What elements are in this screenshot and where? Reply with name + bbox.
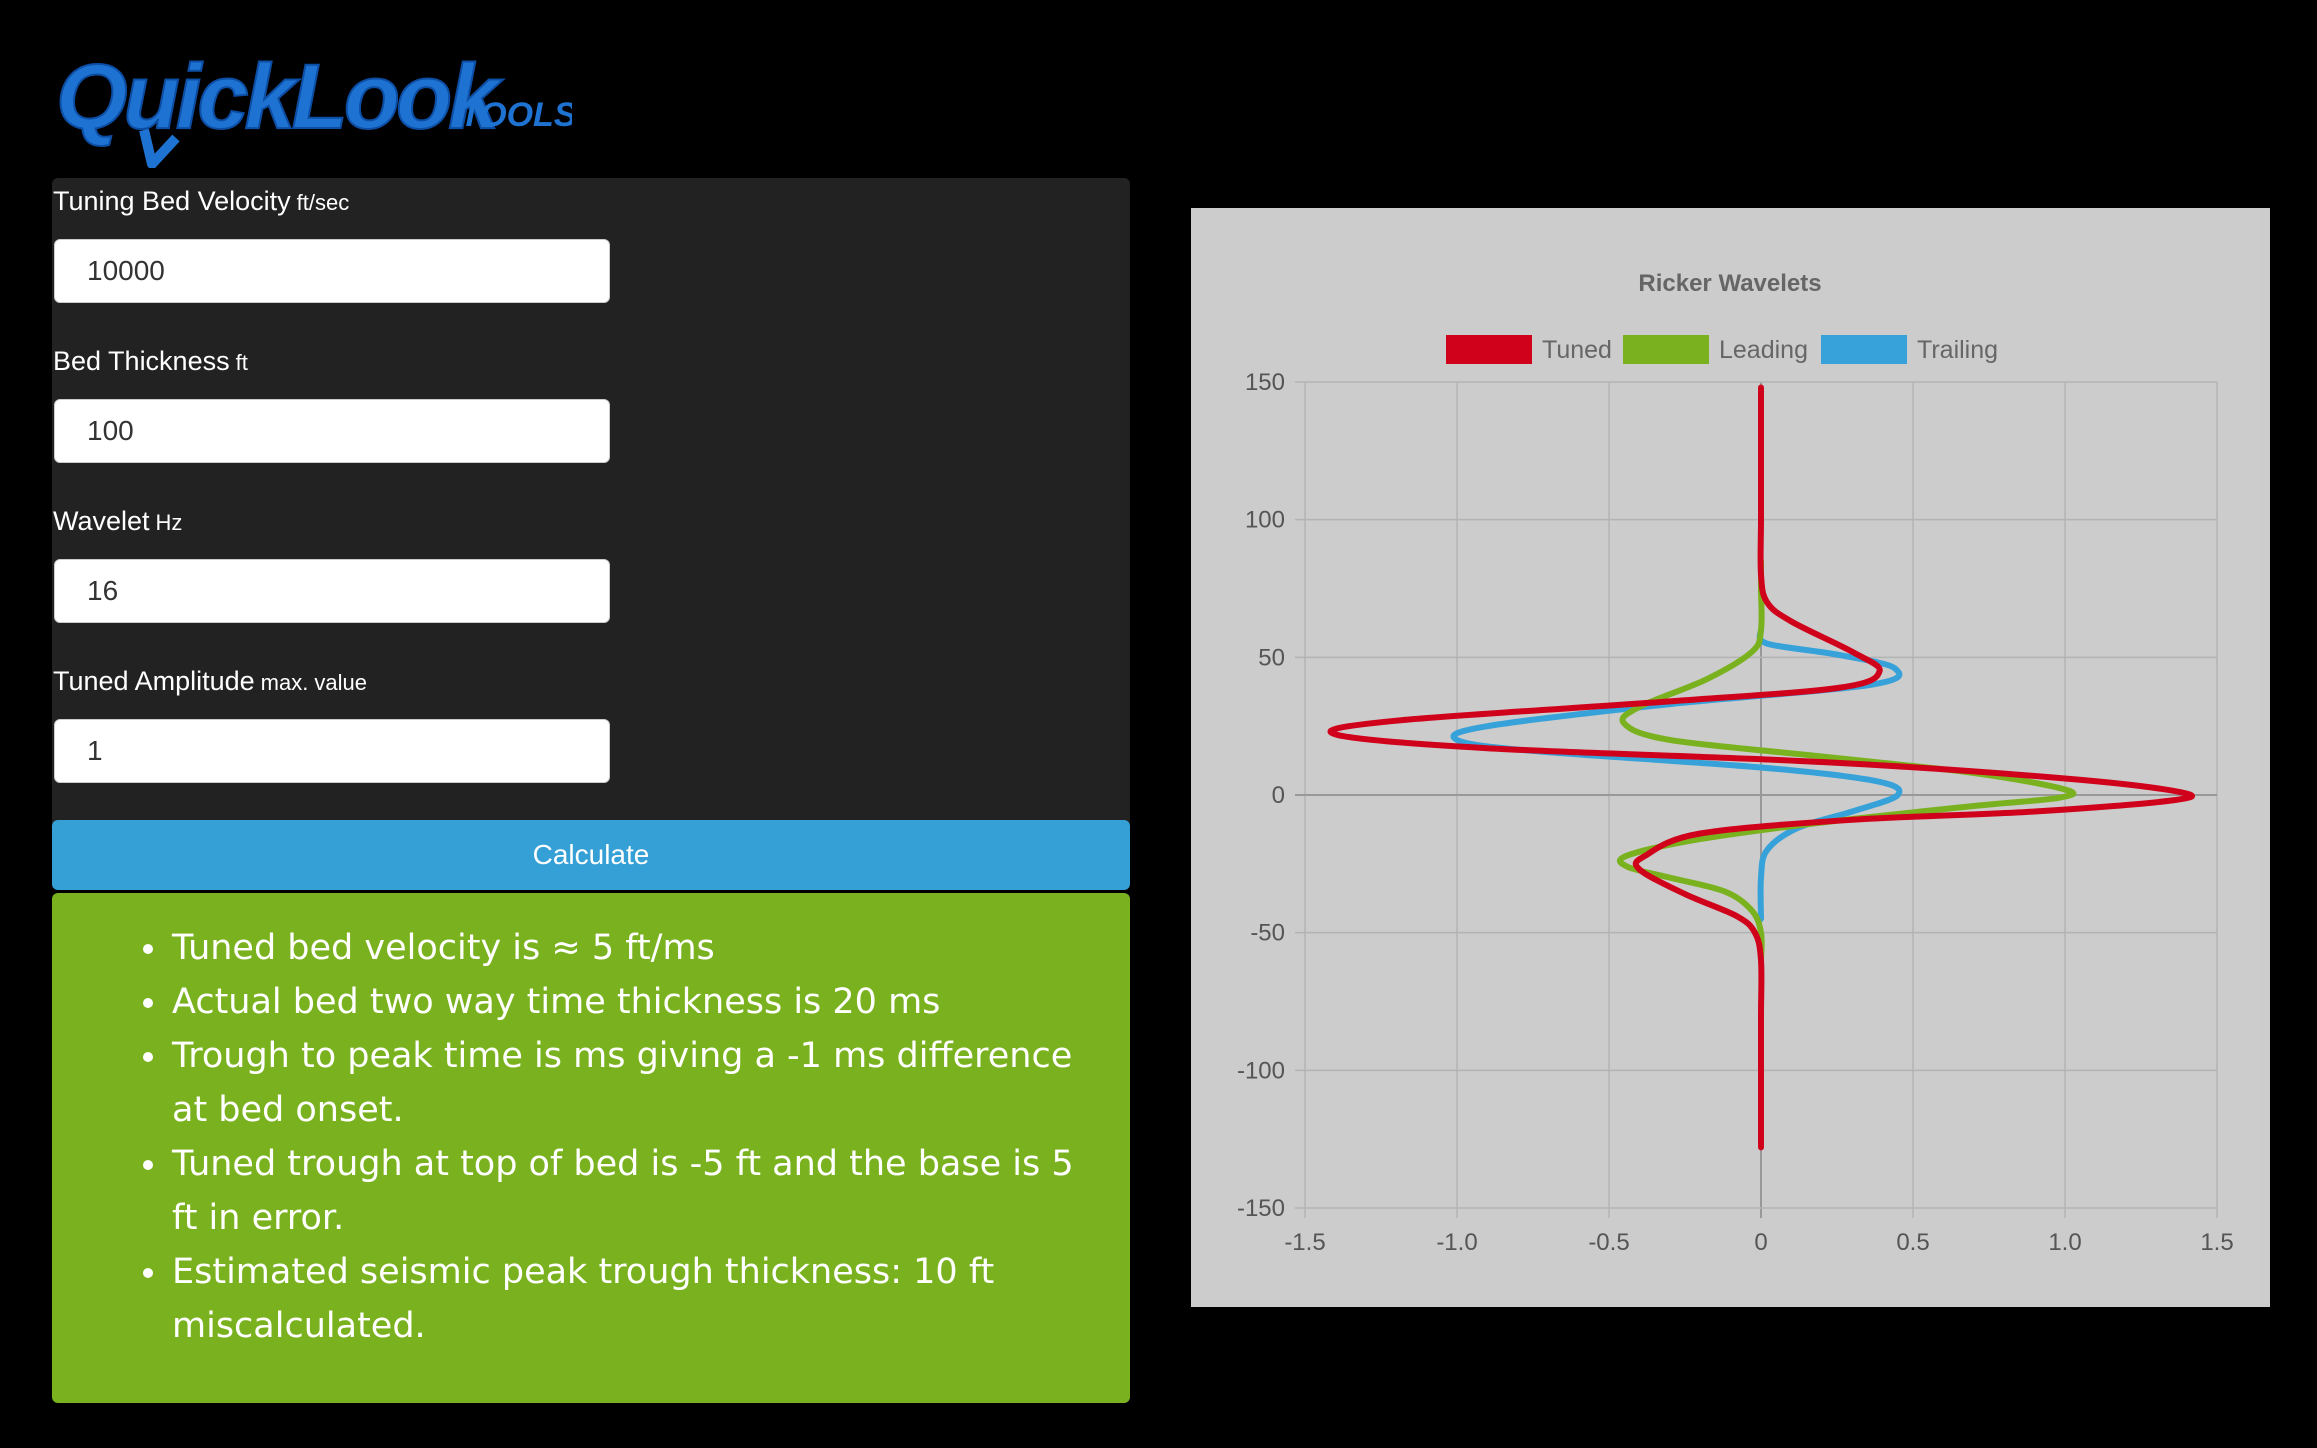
x-tick-label: -1.0 [1436, 1229, 1477, 1256]
legend-label-trailing: Trailing [1917, 336, 1998, 364]
x-tick-label: 0 [1754, 1229, 1767, 1256]
result-item: Estimated seismic peak trough thickness:… [170, 1245, 1090, 1353]
chart-series [1327, 384, 2195, 1151]
chart-legend: Tuned Leading Trailing [1446, 335, 1998, 364]
series-line-trailing [1450, 626, 1903, 922]
wavelet-label: Wavelet Hz [53, 506, 183, 536]
wavelet-input[interactable] [54, 559, 610, 623]
y-tick-label: -100 [1237, 1057, 1285, 1084]
y-tick-label: -50 [1250, 920, 1285, 947]
legend-swatch-leading [1623, 335, 1709, 364]
velocity-label: Tuning Bed Velocity ft/sec [53, 186, 350, 216]
y-tick-label: 50 [1258, 644, 1285, 671]
result-item: Actual bed two way time thickness is 20 … [170, 975, 1090, 1029]
result-item: Tuned bed velocity is ≈ 5 ft/ms [170, 921, 1090, 975]
quicklook-logo: QuickLook TOOLS [52, 38, 577, 169]
input-form-panel: Tuning Bed Velocityft/sec Bed Thicknessf… [52, 178, 1130, 828]
x-tick-label: -0.5 [1588, 1229, 1629, 1256]
thickness-input[interactable] [54, 399, 610, 463]
logo-wordmark: QuickLook [56, 46, 503, 148]
results-list: Tuned bed velocity is ≈ 5 ft/ms Actual b… [52, 921, 1090, 1353]
y-tick-label: 0 [1272, 782, 1285, 809]
thickness-label: Bed Thickness ft [53, 346, 248, 376]
x-tick-label: 0.5 [1896, 1229, 1929, 1256]
x-tick-label: -1.5 [1284, 1229, 1325, 1256]
x-tick-label: 1.0 [2048, 1229, 2081, 1256]
amplitude-input[interactable] [54, 719, 610, 783]
chart-canvas: Ricker Wavelets Tuned Leading Trailing -1.… [1237, 270, 2234, 1256]
velocity-unit: ft/sec [296, 190, 350, 215]
x-tick-label: 1.5 [2200, 1229, 2233, 1256]
amplitude-label: Tuned Amplitude max. value [53, 666, 368, 696]
result-item: Trough to peak time is ms giving a -1 ms… [170, 1029, 1090, 1137]
logo-subtext: TOOLS [460, 96, 572, 134]
legend-label-tuned: Tuned [1542, 336, 1612, 364]
result-item: Tuned trough at top of bed is -5 ft and … [170, 1137, 1090, 1245]
velocity-input[interactable] [54, 239, 610, 303]
results-panel: Tuned bed velocity is ≈ 5 ft/ms Actual b… [52, 893, 1130, 1403]
thickness-unit: ft [235, 350, 248, 375]
y-tick-label: 150 [1245, 369, 1285, 396]
legend-label-leading: Leading [1719, 336, 1808, 364]
y-tick-label: -150 [1237, 1195, 1285, 1222]
calculate-button[interactable]: Calculate [52, 820, 1130, 890]
legend-swatch-tuned [1446, 335, 1532, 364]
chart-title: Ricker Wavelets [1638, 270, 1821, 297]
legend-swatch-trailing [1821, 335, 1907, 364]
y-tick-label: 100 [1245, 507, 1285, 534]
chart-ticks: -1.5 -1.0 -0.5 0 0.5 1.0 1.5 150 100 50 0 -50 -100 -1… [1237, 369, 2234, 1256]
wavelet-unit: Hz [155, 510, 183, 535]
chart-grid [1295, 381, 2218, 1218]
amplitude-unit: max. value [260, 670, 368, 695]
ricker-wavelet-chart: Ricker Wavelets Tuned Leading Trailing -1.… [1191, 208, 2270, 1307]
